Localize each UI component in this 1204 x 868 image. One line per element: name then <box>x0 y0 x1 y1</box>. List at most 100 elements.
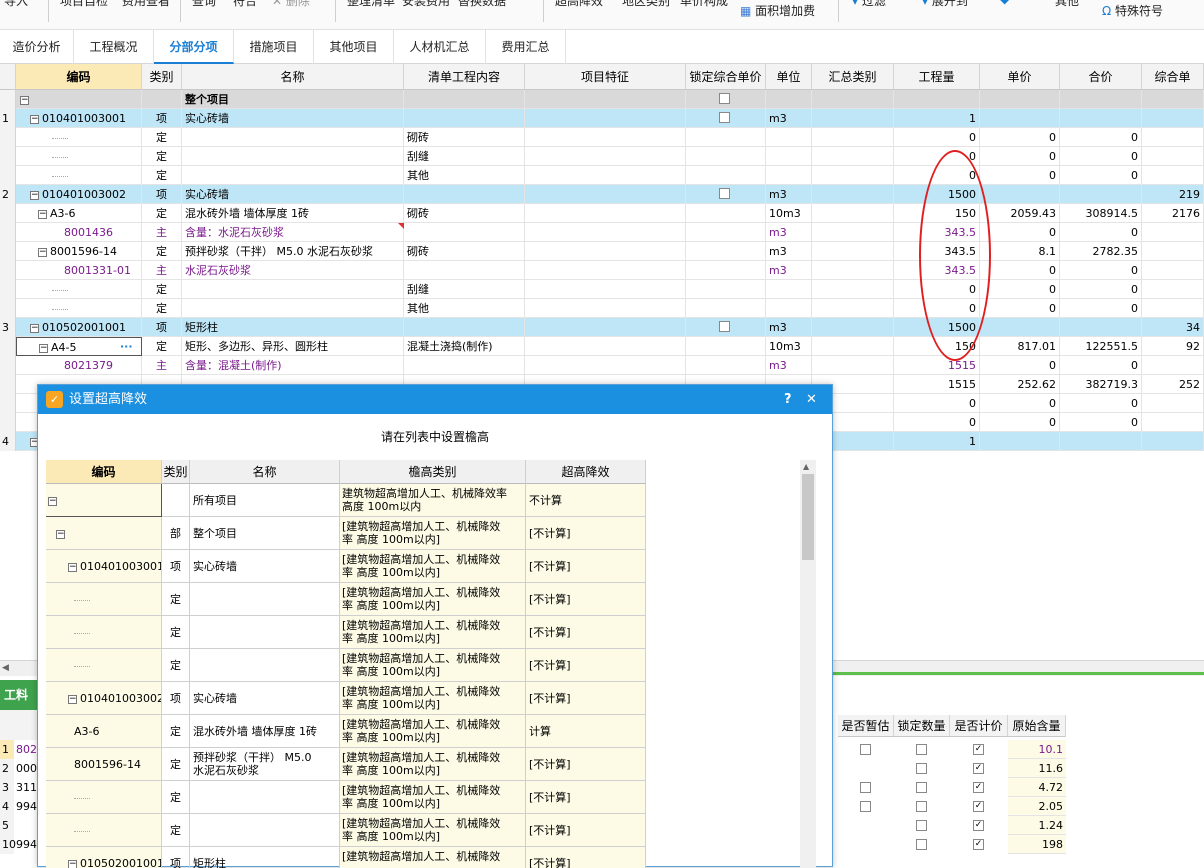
tab-other-items[interactable]: 其他项目 <box>314 30 394 64</box>
cell-price[interactable] <box>980 318 1060 337</box>
col-header-total[interactable]: 合价 <box>1060 64 1142 90</box>
row-number[interactable] <box>0 337 16 356</box>
dlg-cell-type[interactable]: 定 <box>162 583 190 616</box>
dlg-cell-code[interactable]: −010502001001 <box>46 847 162 868</box>
cell-total[interactable]: 0 <box>1060 413 1142 432</box>
cell-feature[interactable] <box>525 318 686 337</box>
cell-comp[interactable] <box>1142 394 1204 413</box>
cell-content[interactable]: 其他 <box>404 166 525 185</box>
row-number[interactable] <box>0 280 16 299</box>
expand-to-button[interactable]: ▾ 展开到 <box>922 0 968 9</box>
dlg-cell-efficiency[interactable]: [不计算] <box>526 814 646 847</box>
match-button[interactable]: 符合 <box>233 0 257 9</box>
dlg-cell-name[interactable]: 实心砖墙 <box>190 682 340 715</box>
dlg-cell-height-type[interactable]: [建筑物超高增加人工、机械降效率 高度 100m以内] <box>340 682 526 715</box>
table-row[interactable]: 定刮缝000 <box>0 280 1204 299</box>
dlg-cell-name[interactable]: 矩形柱 <box>190 847 340 868</box>
dlg-cell-type[interactable]: 定 <box>162 814 190 847</box>
cell-sum[interactable] <box>812 280 894 299</box>
dlg-cell-name[interactable]: 预拌砂浆（干拌） M5.0水泥石灰砂浆 <box>190 748 340 781</box>
lock-price-checkbox[interactable] <box>719 93 730 104</box>
cell-unit[interactable] <box>766 299 812 318</box>
row-number[interactable] <box>0 261 16 280</box>
dlg-cell-type[interactable]: 部 <box>162 517 190 550</box>
cell-comp[interactable] <box>1142 299 1204 318</box>
cell-content[interactable] <box>404 109 525 128</box>
dlg-cell-type[interactable] <box>162 484 190 517</box>
cell-comp[interactable] <box>1142 280 1204 299</box>
cell-comp[interactable] <box>1142 166 1204 185</box>
cell-type[interactable]: 项 <box>142 318 182 337</box>
cell-lock[interactable] <box>686 166 766 185</box>
cell-unit[interactable]: m3 <box>766 261 812 280</box>
cell-name[interactable]: 混水砖外墙 墙体厚度 1砖 <box>182 204 404 223</box>
dlg-cell-code[interactable]: A3-6 <box>46 715 162 748</box>
cell-price[interactable]: 8.1 <box>980 242 1060 261</box>
cell-qty[interactable]: 0 <box>894 128 980 147</box>
tab-sub-items[interactable]: 分部分项 <box>154 30 234 64</box>
dlg-cell-type[interactable]: 项 <box>162 682 190 715</box>
checkbox[interactable] <box>916 820 927 831</box>
cell-feature[interactable] <box>525 356 686 375</box>
collapse-icon[interactable]: − <box>56 530 65 539</box>
table-row[interactable]: 定砌砖000 <box>0 128 1204 147</box>
dlg-cell-height-type[interactable]: [建筑物超高增加人工、机械降效率 高度 100m以内] <box>340 550 526 583</box>
cell-total[interactable] <box>1060 432 1142 451</box>
cell-name[interactable]: 含量：水泥石灰砂浆 <box>182 223 404 242</box>
col-header-name[interactable]: 名称 <box>182 64 404 90</box>
dlg-cell-name[interactable]: 混水砖外墙 墙体厚度 1砖 <box>190 715 340 748</box>
row-number[interactable]: 10 <box>0 835 14 854</box>
cell-content[interactable]: 砌砖 <box>404 204 525 223</box>
cell-price[interactable]: 2059.43 <box>980 204 1060 223</box>
cell-name[interactable] <box>182 299 404 318</box>
table-row[interactable]: 1−010401003001项实心砖墙m31 <box>0 109 1204 128</box>
col-header-code[interactable]: 编码 <box>16 64 142 90</box>
cell-feature[interactable] <box>525 261 686 280</box>
cell-sum[interactable] <box>812 128 894 147</box>
dlg-cell-name[interactable]: 实心砖墙 <box>190 550 340 583</box>
cell-sum[interactable] <box>812 109 894 128</box>
cell-type[interactable]: 主 <box>142 356 182 375</box>
dlg-cell-efficiency[interactable]: [不计算] <box>526 682 646 715</box>
dlg-col-header-name[interactable]: 名称 <box>190 460 340 484</box>
checkbox[interactable] <box>916 782 927 793</box>
super-height-button[interactable]: 超高降效 <box>555 0 603 9</box>
collapse-icon[interactable]: − <box>68 695 77 704</box>
cell-type[interactable]: 定 <box>142 166 182 185</box>
cell-content[interactable] <box>404 318 525 337</box>
cell-total[interactable] <box>1060 318 1142 337</box>
checkbox[interactable]: ✓ <box>973 782 984 793</box>
cell-content[interactable] <box>404 90 525 109</box>
cell-feature[interactable] <box>525 204 686 223</box>
dlg-col-header-efficiency[interactable]: 超高降效 <box>526 460 646 484</box>
row-number[interactable] <box>0 356 16 375</box>
cell-lock[interactable] <box>686 242 766 261</box>
scroll-up-icon[interactable]: ▲ <box>803 462 809 471</box>
query-button[interactable]: 查询 <box>192 0 216 9</box>
table-row[interactable]: 8021379主含量：混凝土(制作)m3151500 <box>0 356 1204 375</box>
row-number[interactable] <box>0 299 16 318</box>
cell-lock[interactable] <box>686 185 766 204</box>
table-row[interactable]: 8001331-01主水泥石灰砂浆m3343.500 <box>0 261 1204 280</box>
table-row[interactable]: 2−010401003002项实心砖墙m31500219 <box>0 185 1204 204</box>
cell-comp[interactable] <box>1142 147 1204 166</box>
checkbox[interactable]: ✓ <box>973 744 984 755</box>
cell-type[interactable]: 定 <box>142 337 182 356</box>
cell-code[interactable]: 8001331-01 <box>16 261 142 280</box>
dlg-cell-height-type[interactable]: [建筑物超高增加人工、机械降效率 高度 100m以内] <box>340 517 526 550</box>
cell-comp[interactable]: 2176 <box>1142 204 1204 223</box>
move-icon[interactable]: ◆ <box>1000 0 1009 6</box>
table-row[interactable]: −A3-6定混水砖外墙 墙体厚度 1砖砌砖10m31502059.4330891… <box>0 204 1204 223</box>
cell-price[interactable] <box>980 432 1060 451</box>
row-number[interactable] <box>0 223 16 242</box>
collapse-icon[interactable]: − <box>68 563 77 572</box>
cell-name[interactable]: 预拌砂浆（干拌） M5.0 水泥石灰砂浆 <box>182 242 404 261</box>
cell-total[interactable]: 0 <box>1060 166 1142 185</box>
cell-feature[interactable] <box>525 90 686 109</box>
filter-button[interactable]: ▾ 过滤 <box>852 0 886 9</box>
cell-comp[interactable]: 219 <box>1142 185 1204 204</box>
help-icon[interactable]: ? <box>784 385 792 414</box>
region-type-button[interactable]: 地区类别 <box>622 0 670 9</box>
cell-total[interactable]: 122551.5 <box>1060 337 1142 356</box>
table-row[interactable]: 定其他000 <box>0 299 1204 318</box>
